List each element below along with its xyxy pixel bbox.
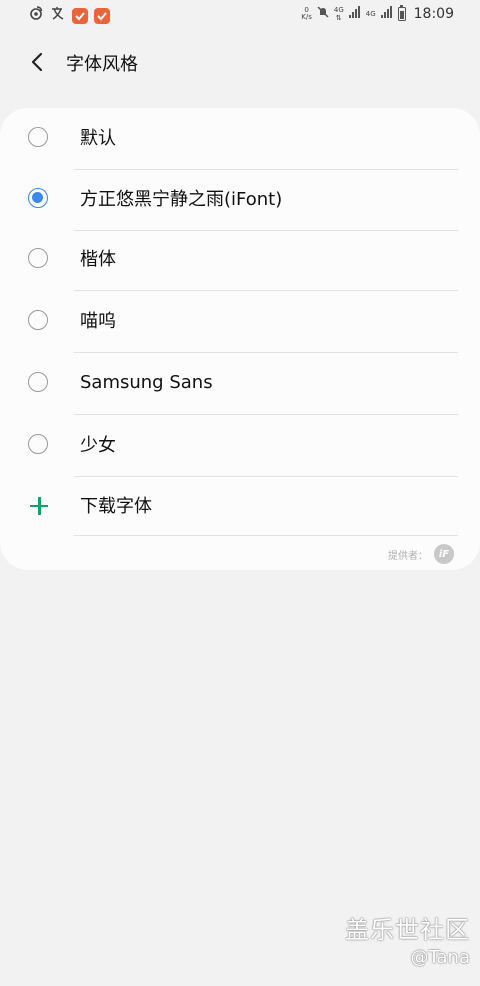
signal-2: 4G (366, 10, 376, 18)
net-speed-unit: K/s (301, 13, 312, 21)
back-button[interactable] (22, 48, 52, 76)
radio-button-selected[interactable] (28, 188, 48, 208)
radio-dot (32, 192, 43, 203)
font-option-shaonv[interactable]: 少女 (0, 415, 480, 477)
signal-bars-icon (380, 5, 394, 23)
status-bar-right: 0 K/s 4G ⇅ 4G 18:09 (301, 5, 454, 23)
chevron-left-icon (31, 52, 43, 72)
status-bar: 0 K/s 4G ⇅ 4G 18:09 (0, 0, 480, 30)
font-option-default[interactable]: 默认 (0, 108, 480, 170)
ifont-logo-icon[interactable]: iF (434, 544, 454, 564)
font-option-label: Samsung Sans (80, 371, 213, 393)
check-app-icon (94, 7, 110, 24)
font-option-label: 少女 (80, 434, 116, 456)
status-time: 18:09 (413, 6, 454, 22)
radio-button[interactable] (28, 372, 48, 392)
page-title: 字体风格 (66, 54, 138, 75)
net-speed: 0 K/s (301, 7, 312, 21)
font-option-label: 方正悠黑宁静之雨(iFont) (80, 188, 283, 210)
font-style-card: 默认 方正悠黑宁静之雨(iFont) 楷体 喵呜 Samsung Sans 少女… (0, 108, 480, 570)
battery-icon (397, 5, 406, 21)
signal-2-label: 4G (365, 10, 376, 18)
battery-fill (399, 11, 404, 19)
status-bar-left (28, 5, 110, 26)
divider (74, 535, 458, 536)
watermark: 盖乐世社区 @Tana (345, 910, 470, 968)
font-option-kaiti[interactable]: 楷体 (0, 229, 480, 291)
data-arrows-icon: ⇅ (335, 14, 342, 22)
provider-label: 提供者： (388, 550, 428, 562)
signal-1-label: 4G (333, 6, 344, 14)
translate-icon (50, 5, 66, 26)
font-option-label: 默认 (80, 127, 116, 149)
radio-button[interactable] (28, 248, 48, 268)
weibo-icon (28, 5, 44, 26)
font-option-label: 楷体 (80, 248, 116, 270)
plus-icon (28, 495, 50, 517)
font-option-label: 喵呜 (80, 310, 116, 332)
mute-icon (316, 5, 330, 23)
font-option-samsung-sans[interactable]: Samsung Sans (0, 353, 480, 415)
provider: 提供者： iF (388, 544, 454, 564)
radio-button[interactable] (28, 310, 48, 330)
watermark-title: 盖乐世社区 (345, 916, 470, 944)
signal-1: 4G ⇅ (334, 6, 344, 22)
check-app-icon (72, 7, 88, 24)
download-fonts-button[interactable]: 下载字体 (0, 477, 480, 536)
font-option-ifont[interactable]: 方正悠黑宁静之雨(iFont) (0, 169, 480, 231)
radio-button[interactable] (28, 127, 48, 147)
radio-button[interactable] (28, 434, 48, 454)
font-option-miaowu[interactable]: 喵呜 (0, 291, 480, 353)
watermark-user: @Tana (410, 947, 470, 968)
download-fonts-label: 下载字体 (80, 495, 152, 517)
header: 字体风格 (0, 36, 480, 88)
signal-bars-icon (348, 5, 362, 23)
